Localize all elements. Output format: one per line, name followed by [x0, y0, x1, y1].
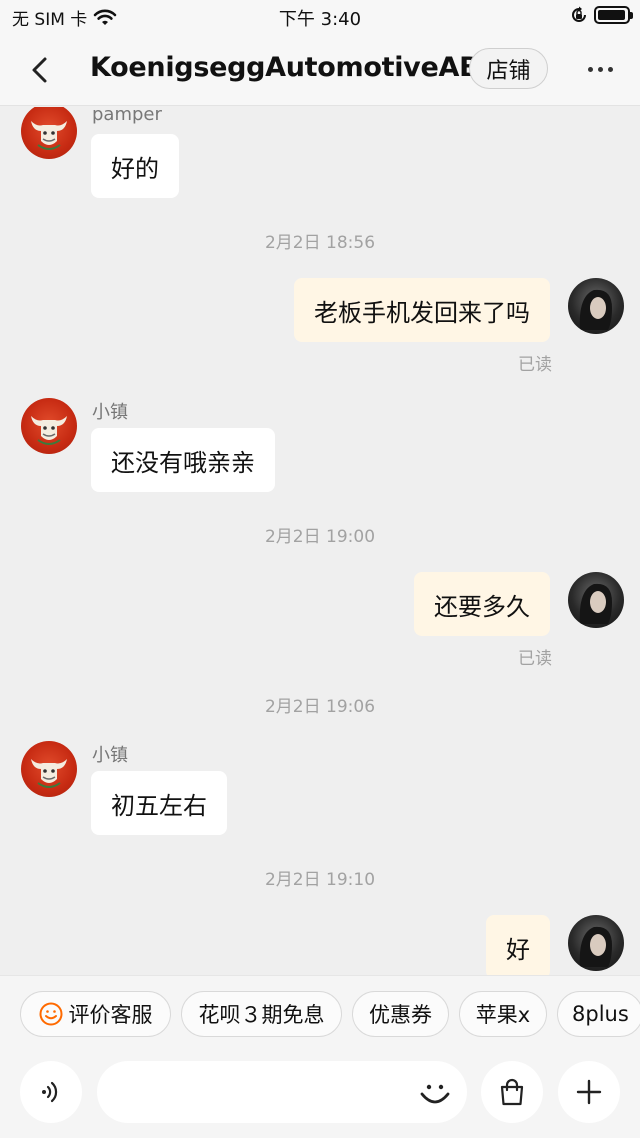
message-bubble-incoming[interactable]: 还没有哦亲亲 — [91, 428, 275, 492]
shop-avatar[interactable] — [21, 398, 77, 454]
sender-name: 小镇 — [92, 402, 128, 423]
quick-reply-bar: 评价客服 花呗３期免息 优惠券 苹果x 8plus — [0, 975, 640, 1051]
status-bar: 无 SIM 卡 下午 3:40 — [0, 0, 640, 32]
shop-avatar[interactable] — [21, 107, 77, 159]
page-title: KoenigseggAutomotiveAB — [90, 52, 480, 83]
chat-area[interactable]: pamper 好的 2月2日 18:56 老板手机发回来了吗 已读 小镇 还没有… — [0, 107, 640, 975]
status-time: 下午 3:40 — [278, 9, 362, 30]
read-status: 已读 — [518, 649, 552, 669]
more-options-button[interactable] — [582, 54, 618, 84]
quick-reply-8plus[interactable]: 8plus — [557, 991, 640, 1037]
battery-icon — [594, 6, 633, 24]
timestamp: 2月2日 18:56 — [264, 233, 376, 253]
message-bubble-outgoing[interactable]: 老板手机发回来了吗 — [294, 278, 550, 342]
bull-logo-icon — [31, 416, 67, 445]
shop-avatar[interactable] — [21, 741, 77, 797]
smiley-icon — [39, 1002, 62, 1026]
input-bar — [0, 1051, 640, 1138]
bull-logo-icon — [31, 759, 67, 788]
chip-label: 评价客服 — [68, 1003, 153, 1027]
timestamp: 2月2日 19:10 — [264, 870, 376, 890]
chip-label: 苹果x — [475, 1003, 531, 1027]
plus-icon — [576, 1079, 602, 1105]
read-status: 已读 — [518, 355, 552, 375]
message-bubble-outgoing[interactable]: 好 — [486, 915, 550, 975]
orientation-lock-icon — [572, 6, 586, 22]
user-photo-icon — [579, 926, 612, 967]
more-dot-icon — [597, 66, 603, 72]
timestamp: 2月2日 19:00 — [264, 527, 376, 547]
chevron-left-icon — [32, 57, 47, 83]
more-dot-icon — [587, 66, 593, 72]
message-bubble-incoming[interactable]: 初五左右 — [91, 771, 227, 835]
quick-reply-coupon[interactable]: 优惠券 — [352, 991, 449, 1037]
sender-name: pamper — [92, 107, 162, 125]
message-bubble-incoming[interactable]: 好的 — [91, 134, 179, 198]
emoji-button[interactable] — [412, 1069, 458, 1115]
quick-reply-rate-service[interactable]: 评价客服 — [20, 991, 171, 1037]
user-avatar[interactable] — [568, 278, 624, 334]
battery-fill — [598, 10, 625, 20]
user-avatar[interactable] — [568, 572, 624, 628]
chip-label: 花呗３期免息 — [198, 1003, 325, 1027]
add-button[interactable] — [558, 1061, 620, 1123]
voice-button[interactable] — [20, 1061, 82, 1123]
quick-reply-huabei[interactable]: 花呗３期免息 — [181, 991, 342, 1037]
chip-label: 优惠券 — [369, 1003, 432, 1027]
back-button[interactable] — [22, 52, 58, 88]
chip-label: 8plus — [572, 1002, 629, 1026]
user-avatar[interactable] — [568, 915, 624, 971]
status-right — [570, 6, 633, 24]
message-bubble-outgoing[interactable]: 还要多久 — [414, 572, 550, 636]
more-dot-icon — [607, 66, 613, 72]
user-photo-icon — [579, 583, 612, 624]
voice-icon — [42, 1081, 58, 1103]
timestamp: 2月2日 19:06 — [264, 697, 376, 717]
nav-bar: KoenigseggAutomotiveAB 店铺 — [0, 32, 640, 106]
sender-name: 小镇 — [92, 745, 128, 766]
emoji-icon — [420, 1084, 450, 1104]
shopping-bag-icon — [500, 1078, 524, 1106]
shopping-bag-button[interactable] — [481, 1061, 543, 1123]
shop-button[interactable]: 店铺 — [469, 48, 548, 89]
bull-logo-icon — [31, 121, 67, 150]
user-photo-icon — [579, 289, 612, 330]
quick-reply-iphone-x[interactable]: 苹果x — [459, 991, 547, 1037]
